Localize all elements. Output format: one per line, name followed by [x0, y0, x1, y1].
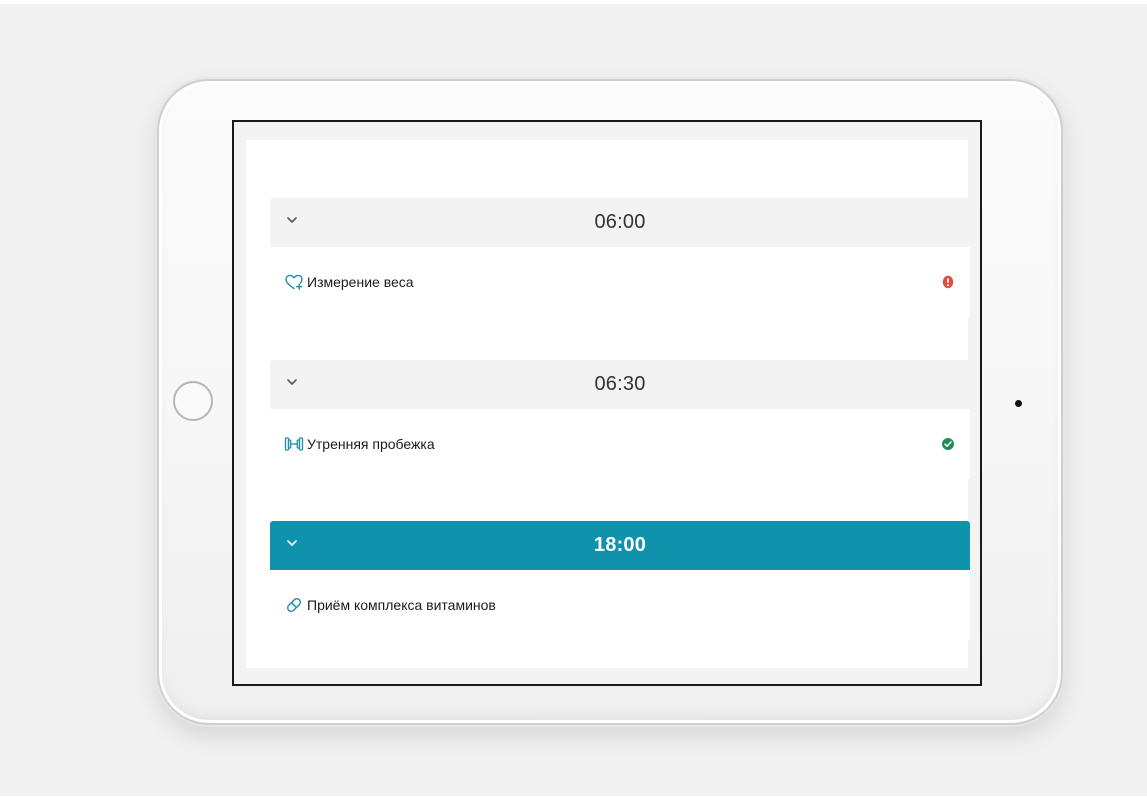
section-time: 18:00	[593, 534, 647, 556]
list-item[interactable]: Утренняя пробежка	[270, 409, 970, 479]
app-content: 06:00 Измерение веса 06:30 Утренняя проб…	[246, 140, 970, 668]
item-label: Приём комплекса витаминов	[307, 597, 496, 613]
item-label: Измерение веса	[307, 274, 414, 290]
section-header-active[interactable]: 18:00	[270, 521, 970, 570]
section-header[interactable]: 06:30	[270, 360, 970, 409]
schedule-section-0600: 06:00 Измерение веса	[270, 198, 970, 317]
camera-icon	[1015, 400, 1022, 407]
schedule-section-0630: 06:30 Утренняя пробежка	[270, 360, 970, 479]
canvas-top-edge	[0, 0, 1147, 4]
tablet-screen: 06:00 Измерение веса 06:30 Утренняя проб…	[232, 120, 982, 686]
list-item[interactable]: Приём комплекса витаминов	[270, 570, 970, 640]
item-label: Утренняя пробежка	[307, 436, 435, 452]
section-header[interactable]: 06:00	[270, 198, 970, 247]
section-time: 06:00	[594, 211, 646, 233]
schedule-section-1800: 18:00 Приём комплекса витаминов	[270, 521, 970, 640]
heart-plus-icon	[284, 272, 304, 292]
check-circle-icon	[941, 437, 955, 451]
error-status-icon	[941, 275, 955, 289]
home-button[interactable]	[173, 381, 213, 421]
dumbbell-icon	[284, 434, 304, 454]
bezel-reflection	[535, 713, 705, 715]
section-time: 06:30	[594, 373, 646, 395]
pill-icon	[284, 595, 304, 615]
list-item[interactable]: Измерение веса	[270, 247, 970, 317]
